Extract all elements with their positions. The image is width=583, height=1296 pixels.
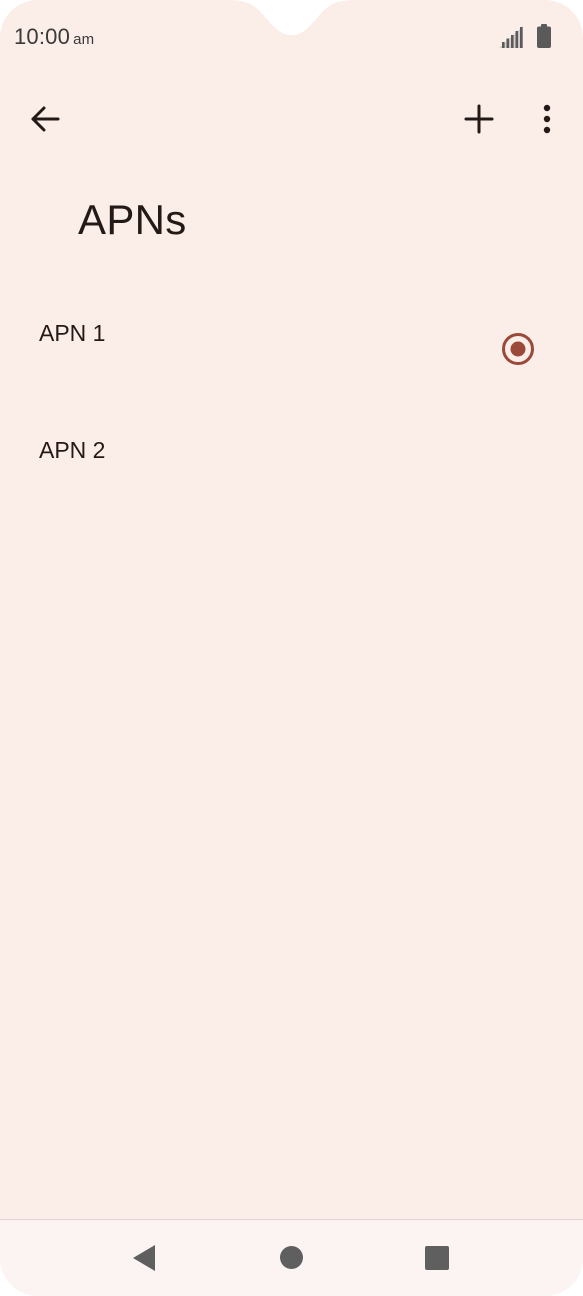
back-button[interactable] bbox=[22, 96, 68, 142]
battery-icon bbox=[537, 24, 551, 48]
nav-home-button[interactable] bbox=[279, 1245, 304, 1270]
status-time-value: 10:00 bbox=[14, 24, 71, 49]
arrow-back-icon bbox=[31, 106, 60, 132]
apn-label: APN 2 bbox=[39, 437, 106, 463]
radio-selected-icon[interactable] bbox=[500, 331, 536, 367]
apn-list-item[interactable]: APN 1 bbox=[0, 290, 583, 407]
nav-recents-button[interactable] bbox=[424, 1245, 450, 1271]
apn-label: APN 1 bbox=[39, 320, 106, 346]
page-title: APNs bbox=[78, 196, 187, 243]
cell-signal-icon bbox=[499, 26, 523, 48]
plus-icon bbox=[464, 104, 494, 134]
status-time: 10:00 am bbox=[14, 24, 94, 50]
status-time-ampm: am bbox=[73, 31, 95, 48]
nav-back-button[interactable] bbox=[130, 1242, 160, 1274]
nav-recents-icon bbox=[425, 1246, 449, 1270]
nav-back-icon bbox=[133, 1245, 155, 1271]
apn-list: APN 1 APN 2 bbox=[0, 290, 583, 524]
nav-home-icon bbox=[280, 1246, 303, 1269]
camera-notch bbox=[226, 0, 357, 35]
screen: 10:00 am APNs APN 1 APN 2 bbox=[0, 0, 583, 1296]
more-options-button[interactable] bbox=[524, 96, 570, 142]
more-vert-icon bbox=[543, 104, 551, 134]
add-apn-button[interactable] bbox=[456, 96, 502, 142]
navigation-bar bbox=[0, 1219, 583, 1296]
apn-list-item[interactable]: APN 2 bbox=[0, 407, 583, 524]
